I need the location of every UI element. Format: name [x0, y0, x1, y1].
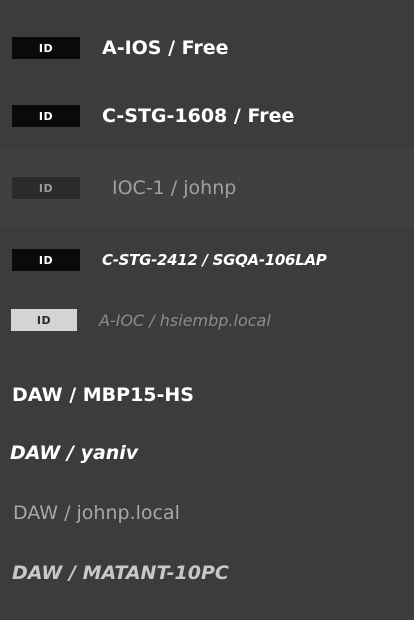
daw-row-matant-10pc[interactable]: DAW / MATANT-10PC: [0, 558, 414, 588]
device-label: A-IOS / Free: [102, 37, 229, 59]
id-badge: ID: [11, 309, 77, 331]
daw-label: DAW / MBP15-HS: [12, 384, 194, 406]
device-row-ioc-1[interactable]: ID IOC-1 / johnp: [0, 150, 414, 226]
daw-label: DAW / yaniv: [10, 442, 139, 464]
id-badge: ID: [12, 249, 80, 271]
device-label: C-STG-1608 / Free: [102, 105, 295, 127]
device-label: IOC-1 / johnp: [112, 177, 237, 199]
daw-label: DAW / MATANT-10PC: [12, 562, 229, 584]
device-row-c-stg-2412[interactable]: ID C-STG-2412 / SGQA-106LAP: [0, 246, 414, 274]
id-badge: ID: [12, 177, 80, 199]
daw-row-yaniv[interactable]: DAW / yaniv: [0, 438, 414, 468]
daw-row-mbp15-hs[interactable]: DAW / MBP15-HS: [0, 380, 414, 410]
id-badge: ID: [12, 105, 80, 127]
device-label: C-STG-2412 / SGQA-106LAP: [102, 251, 327, 269]
device-label: A-IOC / hsiembp.local: [99, 310, 271, 330]
daw-label: DAW / johnp.local: [13, 502, 180, 524]
device-row-a-ios[interactable]: ID A-IOS / Free: [0, 34, 414, 62]
device-row-c-stg-1608[interactable]: ID C-STG-1608 / Free: [0, 102, 414, 130]
device-list-panel: ID A-IOS / Free ID C-STG-1608 / Free ID …: [0, 0, 414, 620]
daw-row-johnp-local[interactable]: DAW / johnp.local: [0, 498, 414, 528]
device-row-a-ioc[interactable]: ID A-IOC / hsiembp.local: [0, 304, 414, 336]
id-badge: ID: [12, 37, 80, 59]
